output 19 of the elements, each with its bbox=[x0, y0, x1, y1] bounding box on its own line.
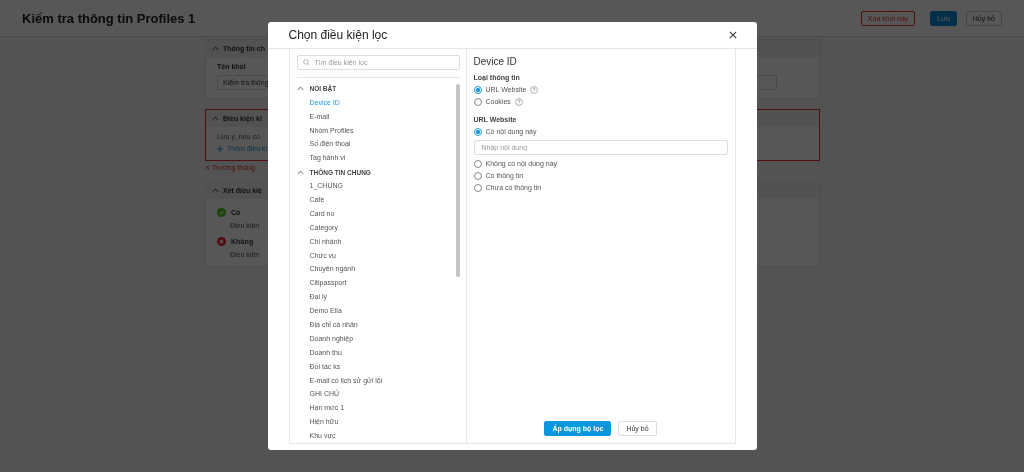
error-icon bbox=[205, 165, 210, 170]
caret-icon[interactable] bbox=[212, 116, 219, 121]
help-icon[interactable] bbox=[530, 85, 539, 94]
close-icon[interactable] bbox=[728, 30, 737, 39]
caret-icon[interactable] bbox=[296, 169, 304, 175]
radio-button[interactable] bbox=[473, 127, 482, 136]
caret-icon[interactable] bbox=[212, 188, 219, 193]
caret-icon[interactable] bbox=[296, 86, 304, 92]
caret-icon[interactable] bbox=[212, 46, 219, 51]
radio-button[interactable] bbox=[473, 85, 482, 94]
help-icon[interactable] bbox=[514, 97, 523, 106]
scrollbar-thumb[interactable] bbox=[455, 83, 460, 277]
cross-circle-icon bbox=[217, 237, 226, 246]
dialog-title: Chọn điều kiện lọc bbox=[288, 27, 388, 42]
plus-icon bbox=[217, 145, 223, 152]
search-icon bbox=[302, 58, 310, 66]
page-title: Kiểm tra thông tin Profiles 1 bbox=[22, 10, 196, 26]
check-circle-icon bbox=[217, 208, 226, 217]
detail-title: Device ID bbox=[473, 55, 517, 67]
